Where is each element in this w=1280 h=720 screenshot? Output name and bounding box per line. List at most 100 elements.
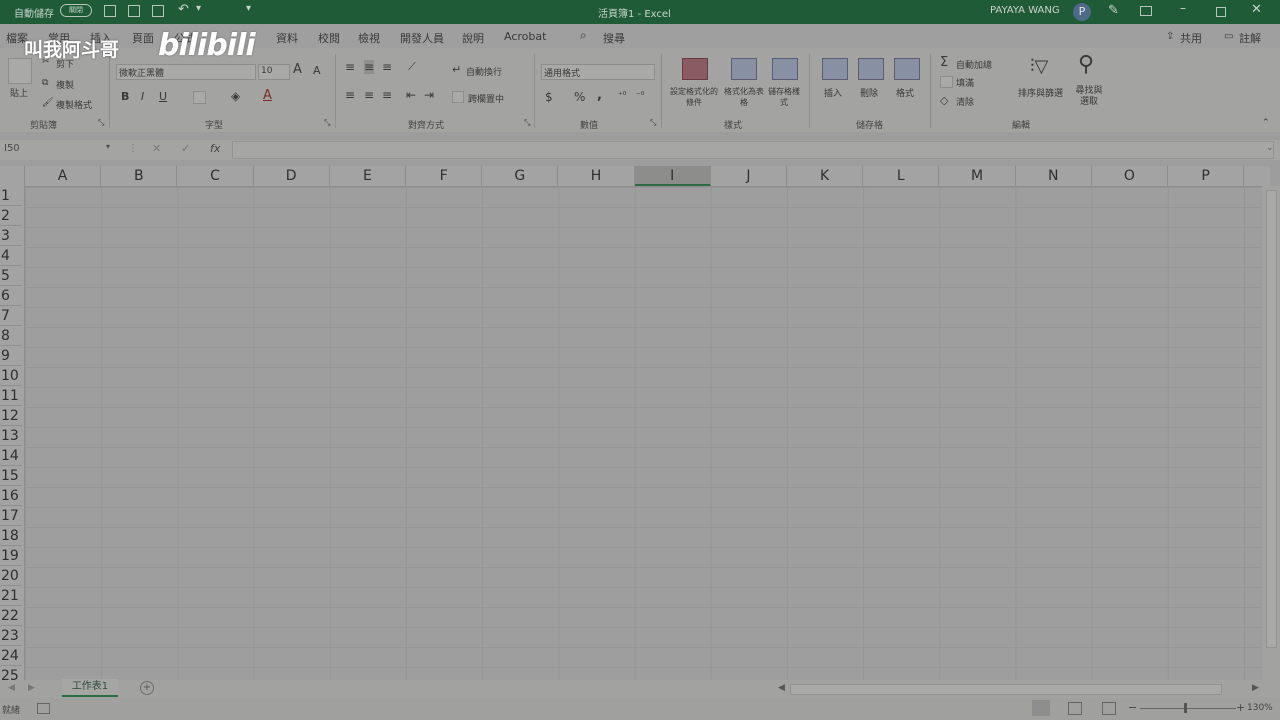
font-launcher-icon[interactable]: ⤡ [324, 118, 330, 128]
tab-help[interactable]: 說明 [462, 30, 484, 46]
user-name[interactable]: PAYAYA WANG [990, 5, 1060, 16]
formula-bar-menu-icon[interactable]: ⋮ [128, 143, 138, 154]
paste-button[interactable]: 貼上 [10, 86, 28, 99]
number-launcher-icon[interactable]: ⤡ [650, 118, 656, 128]
insert-function-icon[interactable]: fx [210, 142, 220, 155]
tab-view[interactable]: 檢視 [358, 30, 380, 46]
copy-icon[interactable]: ⧉ [42, 78, 48, 88]
clear-icon[interactable]: ◇ [940, 94, 948, 107]
tab-acrobat[interactable]: Acrobat [504, 30, 546, 43]
italic-button[interactable]: I [141, 90, 144, 103]
column-header-g[interactable]: G [482, 166, 559, 186]
row-header-2[interactable]: 2 [0, 206, 22, 226]
alignment-launcher-icon[interactable]: ⤡ [524, 118, 530, 128]
tab-review[interactable]: 校閱 [318, 30, 340, 46]
horizontal-scroll-thumb[interactable] [790, 684, 1222, 695]
prev-sheet-icon[interactable]: ◀ [8, 683, 15, 693]
insert-cells-icon[interactable] [822, 58, 848, 80]
find-select-button[interactable]: 尋找與選取 [1074, 86, 1104, 108]
row-header-4[interactable]: 4 [0, 246, 22, 266]
align-center-icon[interactable]: ≡ [364, 88, 374, 102]
autosum-button[interactable]: 自動加總 [956, 58, 992, 71]
delete-cells-icon[interactable] [858, 58, 884, 80]
merge-center-button[interactable]: 跨欄置中 [468, 92, 504, 105]
name-box[interactable]: I50 ▾ [2, 141, 114, 157]
row-header-1[interactable]: 1 [0, 186, 22, 206]
font-size-select[interactable]: 10 [258, 64, 290, 80]
row-header-3[interactable]: 3 [0, 226, 22, 246]
search-icon[interactable]: ⌕ [580, 28, 587, 43]
name-box-dropdown-icon[interactable]: ▾ [106, 142, 110, 151]
undo-dropdown-icon[interactable]: ▾ [196, 3, 201, 14]
column-header-j[interactable]: J [711, 166, 787, 186]
decrease-decimal-icon[interactable]: ⁻⁰ [636, 91, 644, 101]
vertical-scroll-thumb[interactable] [1266, 190, 1277, 648]
font-name-select[interactable]: 微軟正黑體 [116, 64, 256, 80]
column-header-n[interactable]: N [1016, 166, 1092, 186]
row-header-6[interactable]: 6 [0, 286, 22, 306]
column-header-d[interactable]: D [254, 166, 330, 186]
row-header-7[interactable]: 7 [0, 306, 22, 326]
tab-data[interactable]: 資料 [276, 30, 298, 46]
insert-cells-button[interactable]: 插入 [824, 86, 842, 99]
bold-button[interactable]: B [121, 90, 129, 103]
scroll-right-icon[interactable]: ▶ [1252, 683, 1259, 693]
row-header-21[interactable]: 21 [0, 586, 22, 606]
underline-button[interactable]: U [159, 90, 167, 103]
align-left-icon[interactable]: ≡ [345, 88, 355, 102]
copy-button[interactable]: 複製 [56, 78, 74, 91]
align-top-icon[interactable]: ≡ [345, 60, 355, 74]
fill-button[interactable]: 填滿 [956, 76, 974, 89]
confirm-entry-icon[interactable]: ✓ [181, 142, 190, 155]
delete-cells-button[interactable]: 刪除 [860, 86, 878, 99]
row-header-8[interactable]: 8 [0, 326, 22, 346]
conditional-formatting-icon[interactable] [682, 58, 708, 80]
macro-record-icon[interactable] [37, 703, 50, 714]
format-painter-icon[interactable]: 🖌 [42, 98, 53, 108]
row-header-25[interactable]: 25 [0, 666, 22, 680]
tab-page-layout[interactable]: 頁面 [132, 30, 154, 46]
grow-font-icon[interactable]: A [293, 62, 302, 77]
row-header-12[interactable]: 12 [0, 406, 22, 426]
row-header-10[interactable]: 10 [0, 366, 22, 386]
row-header-15[interactable]: 15 [0, 466, 22, 486]
row-header-23[interactable]: 23 [0, 626, 22, 646]
close-icon[interactable]: ✕ [1251, 2, 1262, 17]
row-header-24[interactable]: 24 [0, 646, 22, 666]
expand-formula-bar-icon[interactable]: ⌄ [1266, 143, 1274, 153]
page-layout-view-icon[interactable] [1068, 702, 1082, 715]
restore-icon[interactable] [1216, 7, 1226, 17]
search-label[interactable]: 搜尋 [603, 30, 625, 46]
comments-button[interactable]: 註解 [1239, 30, 1261, 46]
autosum-icon[interactable]: Σ [940, 55, 948, 70]
document-icon[interactable] [152, 5, 164, 17]
zoom-out-icon[interactable]: − [1128, 701, 1137, 714]
format-as-table-icon[interactable] [731, 58, 757, 80]
number-format-select[interactable]: 通用格式 [541, 64, 655, 80]
column-header-o[interactable]: O [1092, 166, 1168, 186]
clipboard-launcher-icon[interactable]: ⤡ [98, 118, 104, 128]
find-select-icon[interactable]: ⚲ [1078, 52, 1094, 77]
wrap-text-button[interactable]: 自動換行 [466, 65, 502, 78]
zoom-level[interactable]: 130% [1247, 703, 1273, 713]
autosave-toggle[interactable]: 關閉 [60, 4, 92, 17]
add-sheet-icon[interactable]: + [140, 681, 154, 695]
undo-icon[interactable]: ↶ [178, 2, 189, 17]
column-header-f[interactable]: F [406, 166, 483, 186]
tab-developer[interactable]: 開發人員 [400, 30, 444, 46]
next-sheet-icon[interactable]: ▶ [28, 683, 35, 693]
share-button[interactable]: 共用 [1180, 30, 1202, 46]
cell-styles-icon[interactable] [772, 58, 798, 80]
ribbon-display-icon[interactable] [1140, 6, 1152, 16]
save-icon[interactable] [104, 5, 116, 17]
format-cells-icon[interactable] [894, 58, 920, 80]
normal-view-icon[interactable] [1032, 700, 1050, 716]
row-header-16[interactable]: 16 [0, 486, 22, 506]
increase-decimal-icon[interactable]: ⁺⁰ [618, 91, 626, 101]
row-header-13[interactable]: 13 [0, 426, 22, 446]
format-painter-button[interactable]: 複製格式 [56, 98, 92, 111]
align-right-icon[interactable]: ≡ [382, 88, 392, 102]
collapse-ribbon-icon[interactable]: ⌃ [1262, 118, 1270, 128]
borders-icon[interactable] [193, 91, 206, 104]
shrink-font-icon[interactable]: A [313, 64, 321, 77]
